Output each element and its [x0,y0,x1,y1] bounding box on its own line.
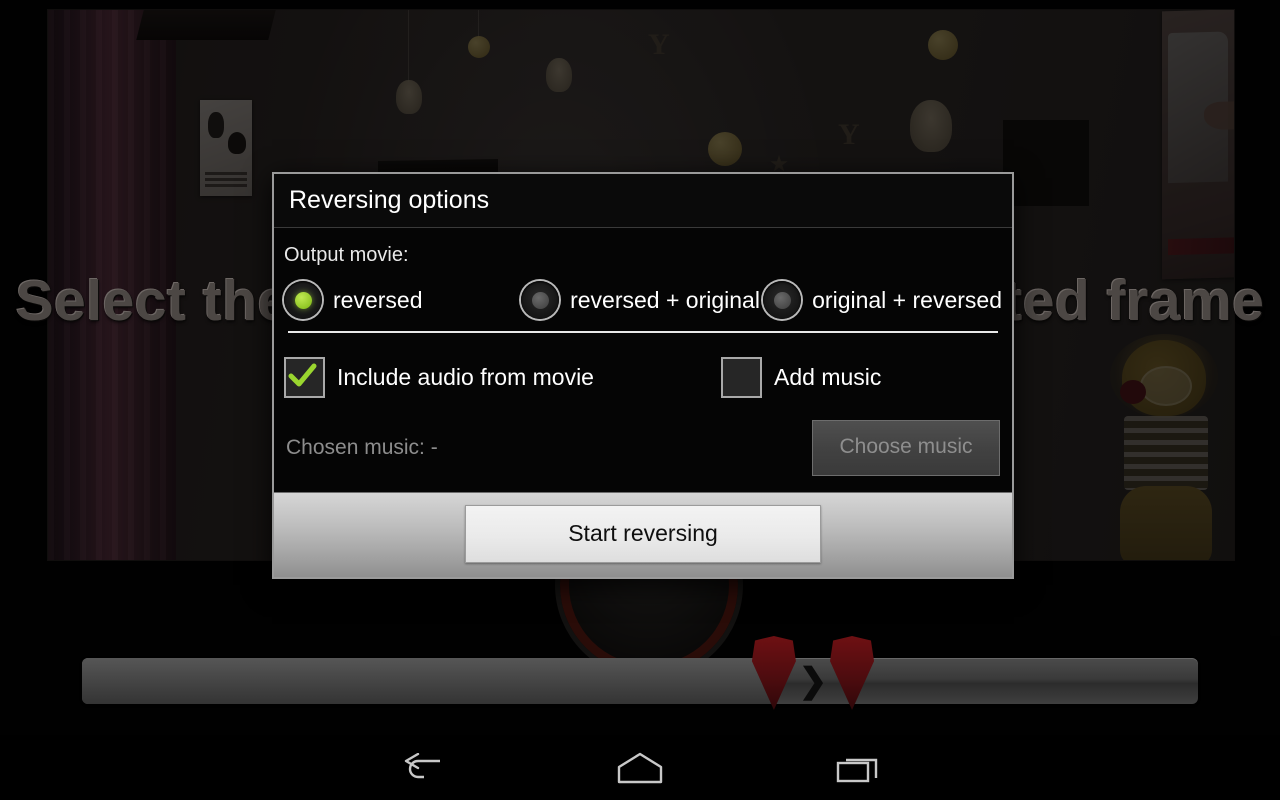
reversing-options-dialog: Reversing options Output movie: reversed… [272,172,1014,579]
app-screen: Y Y Select the start and end of the reve… [0,0,1280,800]
radio-option-label: reversed + original [570,286,760,313]
radio-option-reversed[interactable]: reversed [284,281,521,319]
checkbox-add-music[interactable]: Add music [721,357,881,398]
radio-option-label: reversed [333,286,423,313]
radio-indicator-icon[interactable] [521,281,560,319]
trim-seek-bar[interactable]: ❯ [82,636,1198,710]
radio-indicator-icon[interactable] [284,281,322,319]
dialog-title: Reversing options [274,174,1012,228]
nav-back-button[interactable] [363,735,481,800]
checkbox-include-audio[interactable]: Include audio from movie [284,357,721,398]
output-movie-label: Output movie: [284,244,409,266]
nav-recents-button[interactable] [799,735,917,800]
android-navigation-bar [0,735,1280,800]
checkbox-unchecked-icon[interactable] [721,357,762,398]
home-icon [617,752,663,783]
dialog-footer: Start reversing [274,492,1012,577]
radio-indicator-icon[interactable] [763,281,802,319]
dialog-body: Output movie: reversed reversed + origin… [274,228,1012,492]
choose-music-button[interactable]: Choose music [812,420,1000,476]
radio-option-reversed-plus-original[interactable]: reversed + original [521,281,763,319]
start-reversing-button[interactable]: Start reversing [465,505,821,563]
checkbox-checked-icon[interactable] [284,357,325,398]
nav-home-button[interactable] [581,735,699,800]
trim-marker-glyph: ❯ [798,662,828,700]
checkbox-label: Add music [774,364,882,390]
section-divider [288,331,998,333]
trim-end-marker[interactable] [830,636,875,710]
checkbox-label: Include audio from movie [337,364,594,390]
music-selection-row: Chosen music: - Choose music [284,420,1002,476]
audio-options-group: Include audio from movie Add music [284,357,1002,398]
chosen-music-label: Chosen music: - [286,436,438,459]
recent-apps-icon [836,758,878,782]
back-arrow-icon [404,752,440,778]
trim-selected-range [82,658,774,704]
radio-option-label: original + reversed [812,286,1002,313]
radio-option-original-plus-reversed[interactable]: original + reversed [763,281,1002,319]
output-movie-radio-group: reversed reversed + original original + … [284,281,1002,327]
